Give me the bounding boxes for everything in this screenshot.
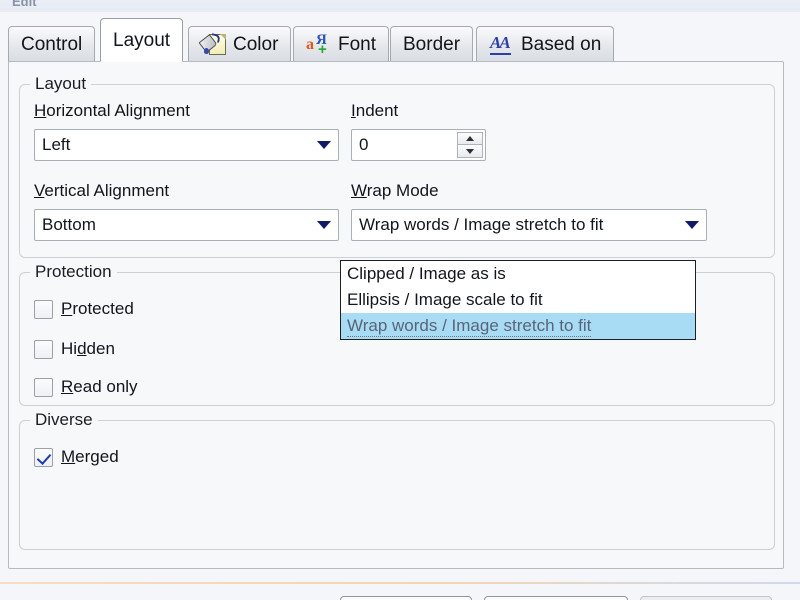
group-diverse-title: Diverse (30, 410, 98, 430)
properties-dialog: Control Layout Color aЯ+ Font Border AA (0, 12, 800, 600)
group-protection-title: Protection (30, 262, 117, 282)
tab-layout-label: Layout (113, 31, 170, 50)
paint-bucket-icon (201, 33, 227, 57)
dropdown-option-ellipsis-label: Ellipsis / Image scale to fit (347, 290, 543, 310)
layout-tab-page: Layout HHorizontal Alignmentorizontal Al… (8, 61, 784, 569)
chevron-down-icon[interactable] (310, 221, 338, 229)
checkbox-read-only-box[interactable] (34, 378, 53, 397)
tab-based-on-label: Based on (521, 35, 601, 54)
checkbox-hidden-label: Hidden (61, 339, 115, 359)
window-title-bar: Edit (0, 0, 800, 12)
dropdown-option-wrap-words[interactable]: Wrap words / Image stretch to fit (341, 313, 695, 339)
vertical-alignment-combobox[interactable]: Bottom (34, 209, 339, 241)
indent-increment-button[interactable] (457, 132, 483, 145)
font-letters-icon: aЯ+ (306, 33, 332, 57)
checkbox-protected-label: Protected (61, 299, 134, 319)
group-layout: Layout HHorizontal Alignmentorizontal Al… (19, 84, 775, 258)
tab-color-label: Color (233, 35, 278, 54)
tab-border-label: Border (403, 35, 460, 54)
indent-decrement-button[interactable] (457, 145, 483, 158)
dropdown-option-clipped-label: Clipped / Image as is (347, 264, 506, 284)
indent-spinner[interactable]: 0 (351, 129, 486, 161)
tab-font[interactable]: aЯ+ Font (293, 26, 389, 62)
ok-button[interactable]: OK (340, 596, 472, 600)
checkbox-protected[interactable]: Protected (34, 299, 134, 319)
checkbox-hidden-box[interactable] (34, 340, 53, 359)
wrap-mode-label: Wrap Mode (351, 181, 439, 201)
wrap-mode-dropdown-list[interactable]: Clipped / Image as is Ellipsis / Image s… (340, 260, 696, 340)
tab-based-on[interactable]: AA Based on (476, 26, 614, 62)
horizontal-alignment-value: Left (35, 135, 310, 155)
dropdown-option-wrap-words-label: Wrap words / Image stretch to fit (347, 316, 591, 337)
horizontal-alignment-label: HHorizontal Alignmentorizontal Alignment (34, 101, 190, 121)
chevron-down-icon[interactable] (678, 221, 706, 229)
dialog-button-bar: OK Cancel Help (0, 582, 800, 600)
dropdown-option-clipped[interactable]: Clipped / Image as is (341, 261, 695, 287)
checkbox-protected-box[interactable] (34, 300, 53, 319)
tab-font-label: Font (338, 35, 376, 54)
wrap-mode-combobox[interactable]: Wrap words / Image stretch to fit (351, 209, 707, 241)
checkbox-merged[interactable]: Merged (34, 447, 119, 467)
indent-label: Indent (351, 101, 398, 121)
tab-border[interactable]: Border (390, 26, 473, 62)
tab-strip: Control Layout Color aЯ+ Font Border AA (8, 18, 792, 62)
vertical-alignment-label: Vertical Alignment (34, 181, 169, 201)
checkbox-read-only-label: Read only (61, 377, 138, 397)
dropdown-option-ellipsis[interactable]: Ellipsis / Image scale to fit (341, 287, 695, 313)
chevron-down-icon[interactable] (310, 141, 338, 149)
cancel-button[interactable]: Cancel (484, 596, 628, 600)
checkbox-merged-label: Merged (61, 447, 119, 467)
tab-control-label: Control (21, 35, 82, 54)
tab-layout[interactable]: Layout (100, 18, 183, 62)
group-layout-title: Layout (30, 74, 91, 94)
tab-color[interactable]: Color (188, 26, 291, 62)
indent-value: 0 (352, 130, 457, 160)
checkbox-merged-box[interactable] (34, 448, 53, 467)
tab-control[interactable]: Control (8, 26, 95, 62)
vertical-alignment-value: Bottom (35, 215, 310, 235)
group-diverse: Diverse Merged (19, 420, 775, 550)
checkbox-hidden[interactable]: Hidden (34, 339, 115, 359)
indent-spin-buttons (457, 132, 483, 158)
checkbox-read-only[interactable]: Read only (34, 377, 138, 397)
help-button[interactable]: Help (640, 596, 772, 600)
wrap-mode-value: Wrap words / Image stretch to fit (352, 215, 678, 235)
button-bar-divider (0, 582, 800, 584)
window-title: Edit (12, 0, 37, 9)
italic-a-icon: AA (489, 33, 515, 57)
horizontal-alignment-combobox[interactable]: Left (34, 129, 339, 161)
